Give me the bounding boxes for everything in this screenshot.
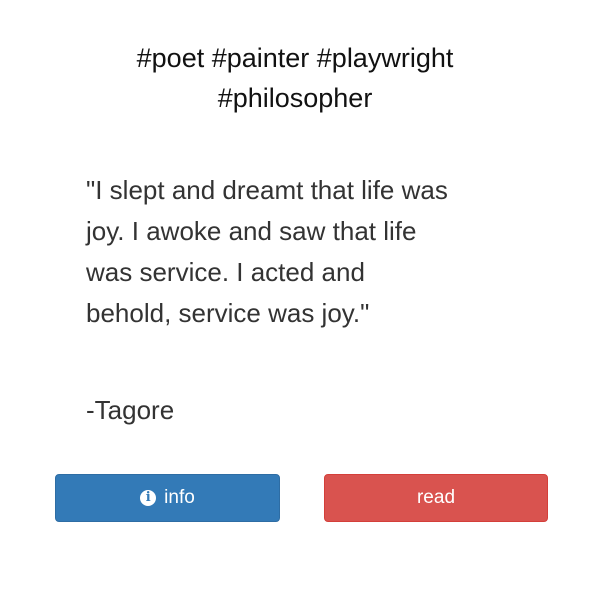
quote-author: -Tagore xyxy=(86,395,175,425)
read-button[interactable]: read xyxy=(324,474,548,522)
quote-line-4: behold, service was joy." xyxy=(86,298,370,328)
hashtags-line-1: #poet #painter #playwright xyxy=(136,43,454,73)
info-button[interactable]: i info xyxy=(55,474,280,522)
info-button-label: info xyxy=(164,487,195,508)
hashtags-line-2: #philosopher xyxy=(217,83,373,113)
read-button-label: read xyxy=(416,487,456,508)
info-circle-icon: i xyxy=(140,490,157,506)
quote-line-1: "I slept and dreamt that life was xyxy=(86,175,448,205)
quote-line-2: joy. I awoke and saw that life xyxy=(86,216,417,246)
quote-line-3: was service. I acted and xyxy=(86,257,365,287)
quote-text: "I slept and dreamt that life was joy. I… xyxy=(86,170,546,334)
hashtags: #poet #painter #playwright #philosopher xyxy=(0,38,590,118)
